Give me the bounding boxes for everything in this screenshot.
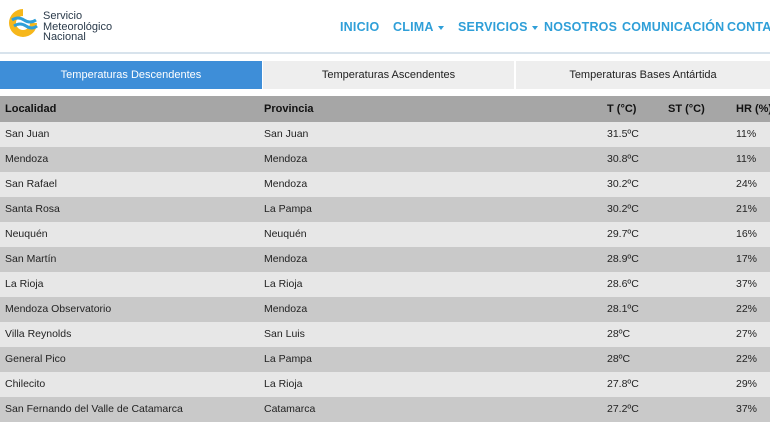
table-header: Localidad Provincia T (°C) ST (°C) HR (%… — [0, 96, 770, 122]
cell-localidad: Villa Reynolds — [5, 328, 72, 340]
logo-line-1: Servicio — [43, 10, 83, 22]
table-row: Villa Reynolds San Luis 28ºC 27% — [0, 322, 770, 347]
nav-nosotros-label: NOSOTROS — [544, 20, 618, 34]
cell-provincia: La Rioja — [264, 278, 303, 290]
cell-provincia: La Pampa — [264, 353, 312, 365]
logo-line-3: Nacional — [43, 31, 86, 43]
table-row: La Rioja La Rioja 28.6ºC 37% — [0, 272, 770, 297]
cell-provincia: Mendoza — [264, 153, 308, 165]
nav-clima[interactable]: CLIMA — [393, 20, 444, 34]
cell-provincia: La Pampa — [264, 203, 312, 215]
cell-temperatura: 28.1ºC — [607, 303, 639, 315]
header-temperatura[interactable]: T (°C) — [607, 96, 636, 122]
table-row: San Rafael Mendoza 30.2ºC 24% — [0, 172, 770, 197]
cell-provincia: Catamarca — [264, 403, 316, 415]
cell-localidad: San Martín — [5, 253, 57, 265]
cell-temperatura: 30.2ºC — [607, 178, 639, 190]
header-humedad[interactable]: HR (%) — [736, 96, 770, 122]
nav-inicio-label: INICIO — [340, 20, 380, 34]
logo-wordmark: Servicio Meteorológico Nacional — [43, 11, 112, 43]
header-localidad[interactable]: Localidad — [5, 96, 56, 122]
cell-provincia: Mendoza — [264, 253, 308, 265]
site-header: Servicio Meteorológico Nacional INICIO C… — [0, 0, 770, 54]
cell-localidad: Mendoza Observatorio — [5, 303, 112, 315]
cell-localidad: San Juan — [5, 128, 50, 140]
cell-localidad: La Rioja — [5, 278, 44, 290]
cell-humedad: 11% — [736, 153, 757, 165]
header-sensacion-termica[interactable]: ST (°C) — [668, 96, 705, 122]
nav-nosotros[interactable]: NOSOTROS — [544, 20, 617, 34]
cell-humedad: 24% — [736, 178, 758, 190]
cell-humedad: 22% — [736, 303, 758, 315]
cell-provincia: San Luis — [264, 328, 305, 340]
table-row: Mendoza Mendoza 30.8ºC 11% — [0, 147, 770, 172]
cell-humedad: 27% — [736, 328, 758, 340]
cell-humedad: 37% — [736, 278, 758, 290]
header-provincia[interactable]: Provincia — [264, 96, 314, 122]
cell-localidad: General Pico — [5, 353, 66, 365]
cell-localidad: Santa Rosa — [5, 203, 60, 215]
cell-provincia: San Juan — [264, 128, 309, 140]
cell-temperatura: 28.9ºC — [607, 253, 639, 265]
cell-localidad: San Rafael — [5, 178, 57, 190]
tab-label: Temperaturas Ascendentes — [321, 69, 456, 81]
nav-inicio[interactable]: INICIO — [340, 20, 379, 34]
cell-localidad: Chilecito — [5, 378, 46, 390]
smn-logo-icon — [9, 9, 38, 37]
table-row: San Fernando del Valle de Catamarca Catam… — [0, 397, 770, 422]
smn-logo[interactable]: Servicio Meteorológico Nacional — [6, 6, 136, 46]
cell-humedad: 22% — [736, 353, 758, 365]
cell-humedad: 11% — [736, 128, 757, 140]
cell-temperatura: 27.8ºC — [607, 378, 639, 390]
nav-comunicacion[interactable]: COMUNICACIÓN — [622, 20, 724, 34]
table-row: Mendoza Observatorio Mendoza 28.1ºC 22% — [0, 297, 770, 322]
table-row: Santa Rosa La Pampa 30.2ºC 21% — [0, 197, 770, 222]
tab-label: Temperaturas Bases Antártida — [569, 69, 717, 81]
table-row: Chilecito La Rioja 27.8ºC 29% — [0, 372, 770, 397]
cell-provincia: Neuquén — [264, 228, 307, 240]
tab-temperaturas-ascendentes[interactable]: Temperaturas Ascendentes — [263, 61, 514, 89]
table-row: General Pico La Pampa 28ºC 22% — [0, 347, 770, 372]
nav-contacto[interactable]: CONTA — [727, 20, 770, 34]
nav-servicios[interactable]: SERVICIOS — [458, 20, 538, 34]
cell-temperatura: 28.6ºC — [607, 278, 639, 290]
nav-clima-label: CLIMA — [393, 20, 434, 34]
cell-localidad: Neuquén — [5, 228, 48, 240]
cell-provincia: Mendoza — [264, 303, 308, 315]
cell-localidad: San Fernando del Valle de Catamarca — [5, 403, 183, 415]
table-row: Neuquén Neuquén 29.7ºC 16% — [0, 222, 770, 247]
table-row: San Martín Mendoza 28.9ºC 17% — [0, 247, 770, 272]
cell-temperatura: 30.8ºC — [607, 153, 639, 165]
chevron-down-icon — [531, 25, 538, 30]
cell-temperatura: 30.2ºC — [607, 203, 639, 215]
cell-temperatura: 28ºC — [607, 328, 631, 340]
cell-temperatura: 29.7ºC — [607, 228, 639, 240]
cell-provincia: Mendoza — [264, 178, 308, 190]
tab-temperaturas-bases-antartida[interactable]: Temperaturas Bases Antártida — [516, 61, 770, 89]
page: Servicio Meteorológico Nacional INICIO C… — [0, 0, 770, 433]
cell-temperatura: 31.5ºC — [607, 128, 639, 140]
chevron-down-icon — [437, 25, 444, 30]
tab-temperaturas-descendentes[interactable]: Temperaturas Descendentes — [0, 61, 262, 89]
cell-humedad: 16% — [736, 228, 758, 240]
cell-humedad: 37% — [736, 403, 758, 415]
table-row: San Juan San Juan 31.5ºC 11% — [0, 122, 770, 147]
cell-humedad: 21% — [736, 203, 758, 215]
cell-localidad: Mendoza — [5, 153, 49, 165]
cell-temperatura: 28ºC — [607, 353, 631, 365]
table-body: San Juan San Juan 31.5ºC 11% Mendoza Mendoza 3… — [0, 122, 770, 422]
cell-provincia: La Rioja — [264, 378, 303, 390]
tab-label: Temperaturas Descendentes — [60, 69, 202, 81]
cell-temperatura: 27.2ºC — [607, 403, 639, 415]
cell-humedad: 17% — [736, 253, 758, 265]
nav-servicios-label: SERVICIOS — [458, 20, 528, 34]
nav-contacto-label: CONTA — [727, 20, 770, 34]
cell-humedad: 29% — [736, 378, 758, 390]
nav-comunicacion-label: COMUNICACIÓN — [622, 20, 725, 34]
temperature-tabs: Temperaturas Descendentes Temperaturas A… — [0, 61, 770, 89]
